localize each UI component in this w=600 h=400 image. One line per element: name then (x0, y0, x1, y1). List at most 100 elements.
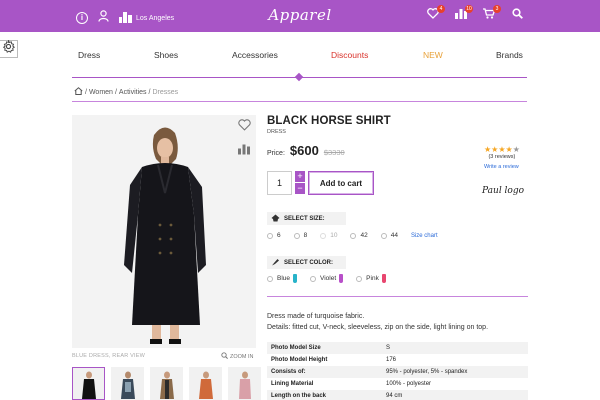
table-row: Lining Material 100% - polyester (267, 378, 528, 390)
nav-item-accessories[interactable]: Accessories (232, 50, 278, 60)
compare-button[interactable]: 10 (454, 5, 473, 22)
rating: ★★★★★ (3 reviews) (484, 145, 520, 160)
zoom-button[interactable]: ZOOM IN (221, 352, 254, 361)
image-caption: BLUE DRESS, REAR VIEW (72, 353, 145, 359)
color-option-pink[interactable]: Pink (356, 274, 386, 283)
size-label: 44 (390, 232, 398, 239)
cart-count-badge: 3 (493, 5, 501, 13)
search-button[interactable] (510, 8, 524, 22)
color-label: Pink (366, 275, 379, 282)
breadcrumb-separator: / (114, 88, 117, 96)
image-actions (238, 118, 251, 160)
main-nav: Dress Shoes Accessories Discounts NEW Br… (72, 50, 527, 64)
description-line-1: Dress made of turquoise fabric. (267, 313, 365, 320)
review-count: (3 reviews) (488, 154, 516, 160)
color-option-blue[interactable]: Blue (267, 274, 298, 283)
size-option-44[interactable]: 44 (380, 232, 398, 239)
size-label: 10 (330, 232, 338, 239)
spec-key: Photo Model Size (267, 342, 382, 354)
size-option-8[interactable]: 8 (293, 232, 308, 239)
price-label: Price: (267, 150, 285, 157)
color-options: Blue Violet Pink (267, 274, 399, 283)
spec-value: 100% - polyester (386, 381, 432, 387)
select-size-label: SELECT SIZE: (284, 215, 325, 222)
radio (380, 232, 387, 239)
thumbnail-2[interactable] (111, 367, 144, 400)
quantity-increase-button[interactable]: + (295, 171, 305, 182)
spec-key: Lining Material (271, 381, 314, 387)
radio (267, 275, 273, 282)
radio (310, 275, 317, 282)
breadcrumb-activities[interactable]: Activities (119, 89, 147, 96)
nav-item-dress[interactable]: Dress (78, 50, 100, 60)
color-label: Blue (277, 275, 291, 282)
size-option-6[interactable]: 6 (267, 232, 281, 239)
star-icon: ★ (505, 145, 513, 154)
thumbnail-5[interactable] (228, 367, 261, 400)
radio (267, 232, 273, 239)
size-label: 42 (360, 232, 368, 239)
star-empty-icon: ★ (512, 145, 520, 154)
wishlist-count-badge: 4 (437, 5, 445, 13)
violet-swatch-icon (339, 274, 344, 283)
wishlist-heart-icon[interactable] (238, 118, 251, 136)
pink-swatch-icon (381, 274, 386, 283)
write-review-link[interactable]: Write a review (484, 164, 519, 170)
description-divider (267, 296, 528, 297)
specs-table: Photo Model Size S Photo Model Height 176 … (267, 342, 528, 400)
price-row: Price: $600 $3330 (267, 143, 345, 158)
radio (350, 232, 357, 239)
price: $600 (289, 143, 319, 158)
zoom-icon (221, 352, 228, 361)
zoom-label: ZOOM IN (230, 353, 254, 360)
paint-icon (271, 258, 280, 268)
thumbnail-4[interactable] (189, 367, 222, 400)
quantity-decrease-button[interactable]: − (295, 183, 305, 194)
thumbnail-1[interactable] (72, 367, 105, 400)
spec-value: 176 (386, 357, 397, 363)
color-option-violet[interactable]: Violet (310, 274, 344, 283)
thumbnail-strip (72, 367, 261, 400)
product-main-image[interactable] (72, 115, 256, 348)
gear-icon (2, 38, 16, 58)
home-icon[interactable] (74, 87, 83, 97)
nav-item-shoes[interactable]: Shoes (154, 50, 178, 60)
size-option-10: 10 (320, 232, 337, 239)
breadcrumb: / Women / Activities / Dresses (74, 87, 178, 97)
spec-key: Consists of: (267, 366, 382, 378)
nav-item-brands[interactable]: Brands (496, 50, 523, 60)
product-title: BLACK HORSE SHIRT (267, 115, 391, 127)
color-label: Violet (320, 275, 337, 282)
compare-count-badge: 10 (465, 5, 473, 13)
settings-button[interactable] (0, 38, 18, 58)
compare-chart-icon[interactable] (238, 142, 251, 160)
size-label: 8 (303, 232, 308, 239)
cart-button[interactable]: 3 (482, 5, 501, 22)
wishlist-button[interactable]: 4 (426, 5, 445, 22)
spec-value: 95% - polyester, 5% - spandex (382, 366, 528, 378)
size-option-42[interactable]: 42 (350, 232, 368, 239)
top-bar: i Los Angeles Apparel 4 10 3 (0, 0, 600, 32)
model-photo (72, 115, 256, 348)
quantity-input[interactable]: 1 (267, 171, 292, 195)
old-price: $3330 (323, 148, 345, 157)
brand-logo: Paul logo (482, 186, 525, 196)
table-row: Length on the back 94 cm (267, 390, 528, 400)
select-color-header: SELECT COLOR: (267, 256, 346, 269)
spec-value: 94 cm (382, 390, 528, 400)
size-chart-link[interactable]: Size chart (411, 233, 438, 239)
nav-active-indicator (294, 72, 304, 82)
spec-value: S (382, 342, 528, 354)
breadcrumb-women[interactable]: Women (89, 89, 113, 96)
size-label: 6 (277, 232, 281, 239)
hanger-icon (271, 214, 280, 224)
star-icon: ★ (498, 145, 506, 154)
add-to-cart-button[interactable]: Add to cart (308, 171, 374, 195)
radio (320, 232, 327, 239)
breadcrumb-divider (72, 101, 527, 102)
nav-item-new[interactable]: NEW (423, 50, 443, 60)
product-description: Dress made of turquoise fabric. Details:… (267, 311, 488, 333)
nav-item-discounts[interactable]: Discounts (331, 50, 368, 60)
thumbnail-3[interactable] (150, 367, 183, 400)
spec-key: Length on the back (267, 390, 382, 400)
